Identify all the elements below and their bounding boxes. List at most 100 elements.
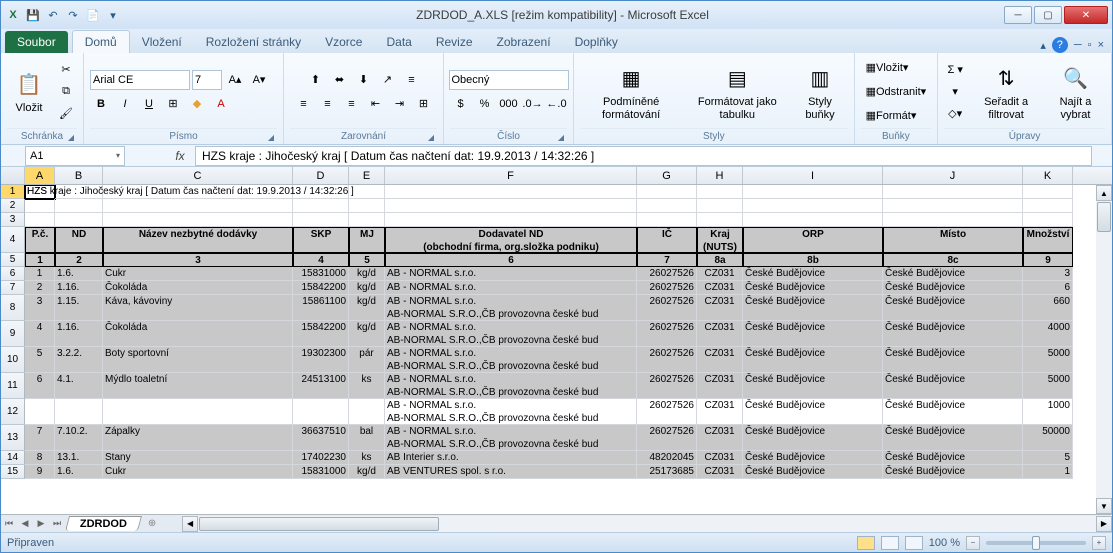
zoom-thumb[interactable] [1032,536,1040,550]
cell[interactable]: Název nezbytné dodávky [103,227,293,253]
column-header-D[interactable]: D [293,167,349,184]
cell[interactable] [1023,185,1073,199]
cell[interactable] [385,199,637,213]
cell[interactable] [293,399,349,425]
tab-nav-last[interactable]: ⏭ [49,516,65,532]
undo-icon[interactable]: ↶ [45,7,61,23]
cell[interactable]: bal [349,425,385,451]
cell[interactable] [293,185,349,199]
format-painter-button[interactable]: 🖌 [55,104,77,124]
column-header-J[interactable]: J [883,167,1023,184]
indent-inc-button[interactable]: ⇥ [389,94,411,114]
cell[interactable]: 7.10.2. [55,425,103,451]
cell[interactable]: 50000 [1023,425,1073,451]
zoom-slider[interactable] [986,541,1086,545]
sort-filter-button[interactable]: ⇅Seřadit a filtrovat [970,58,1042,124]
cell[interactable]: CZ031 [697,281,743,295]
cell[interactable]: 9 [1023,253,1073,267]
cell[interactable] [637,185,697,199]
cell[interactable]: ORP [743,227,883,253]
cell[interactable] [103,199,293,213]
qat-custom-icon[interactable]: ▾ [105,7,121,23]
cell[interactable]: Stany [103,451,293,465]
row-header[interactable]: 5 [1,253,25,267]
row-header[interactable]: 10 [1,347,25,373]
cell[interactable]: 5 [349,253,385,267]
cell[interactable] [103,399,293,425]
cell[interactable]: CZ031 [697,399,743,425]
tab-formulas[interactable]: Vzorce [313,31,374,53]
clipboard-launcher-icon[interactable]: ◢ [65,131,77,143]
cell[interactable] [1023,199,1073,213]
scroll-up-button[interactable]: ▲ [1096,185,1112,201]
tab-nav-first[interactable]: ⏮ [1,516,17,532]
align-top-button[interactable]: ⬆ [305,70,327,90]
cell[interactable]: 15842200 [293,281,349,295]
cell[interactable]: CZ031 [697,267,743,281]
cell[interactable]: Množství [1023,227,1073,253]
cell[interactable] [883,213,1023,227]
cell[interactable]: 8a [697,253,743,267]
minimize-button[interactable]: ─ [1004,6,1032,24]
tab-data[interactable]: Data [374,31,423,53]
cell[interactable]: Čokoláda [103,281,293,295]
cell-styles-button[interactable]: ▥Styly buňky [792,58,847,124]
sheet-tab[interactable]: ZDRDOD [65,516,142,531]
cell[interactable]: 26027526 [637,281,697,295]
cell[interactable]: Mýdlo toaletní [103,373,293,399]
cell[interactable] [697,213,743,227]
cell[interactable] [293,213,349,227]
cell[interactable]: Kraj (NUTS) [697,227,743,253]
cell[interactable] [883,199,1023,213]
cell[interactable] [55,199,103,213]
column-header-E[interactable]: E [349,167,385,184]
cell[interactable]: České Budějovice [743,373,883,399]
cell[interactable]: 26027526 [637,295,697,321]
tab-nav-prev[interactable]: ◀ [17,516,33,532]
scroll-down-button[interactable]: ▼ [1096,498,1112,514]
cell[interactable]: 6 [1023,281,1073,295]
format-cells-button[interactable]: ▦ Formát ▾ [861,106,922,126]
row-header[interactable]: 8 [1,295,25,321]
cell[interactable] [55,399,103,425]
cell[interactable] [637,213,697,227]
cell[interactable]: AB - NORMAL s.r.o. AB-NORMAL S.R.O.,ČB p… [385,373,637,399]
cell[interactable]: 13.1. [55,451,103,465]
row-header[interactable]: 9 [1,321,25,347]
row-header[interactable]: 7 [1,281,25,295]
cell[interactable]: 6 [25,373,55,399]
help-icon[interactable]: ? [1052,37,1068,53]
cell[interactable]: 1.6. [55,465,103,479]
align-middle-button[interactable]: ⬌ [329,70,351,90]
cell[interactable]: 24513100 [293,373,349,399]
cell[interactable]: kg/d [349,281,385,295]
cell[interactable]: AB - NORMAL s.r.o. AB-NORMAL S.R.O.,ČB p… [385,321,637,347]
cell[interactable]: 4000 [1023,321,1073,347]
cell[interactable]: 3.2.2. [55,347,103,373]
grid[interactable]: 1HZSHZS kraje : Jihočeský kraj [ Datum č… [1,185,1112,514]
cell[interactable]: České Budějovice [883,465,1023,479]
accounting-button[interactable]: $ [450,94,472,114]
file-tab[interactable]: Soubor [5,31,68,53]
font-name-combo[interactable] [90,70,190,90]
cell[interactable]: 8 [25,451,55,465]
print-preview-icon[interactable]: 📄 [85,7,101,23]
cell[interactable]: ks [349,373,385,399]
cell[interactable]: 5000 [1023,347,1073,373]
cell[interactable]: AB - NORMAL s.r.o. AB-NORMAL S.R.O.,ČB p… [385,399,637,425]
cell[interactable]: kg/d [349,465,385,479]
cell[interactable]: 15831000 [293,267,349,281]
cell[interactable]: 36637510 [293,425,349,451]
conditional-formatting-button[interactable]: ▦Podmíněné formátování [580,58,682,124]
number-launcher-icon[interactable]: ◢ [555,131,567,143]
cell[interactable]: 6 [385,253,637,267]
cell[interactable]: Čokoláda [103,321,293,347]
cell[interactable]: 7 [637,253,697,267]
tab-layout[interactable]: Rozložení stránky [194,31,313,53]
cell[interactable]: P.č. [25,227,55,253]
new-sheet-button[interactable]: ⊕ [142,517,162,531]
cell[interactable]: ks [349,451,385,465]
cell[interactable] [349,199,385,213]
cell[interactable]: 26027526 [637,373,697,399]
cell[interactable]: CZ031 [697,295,743,321]
